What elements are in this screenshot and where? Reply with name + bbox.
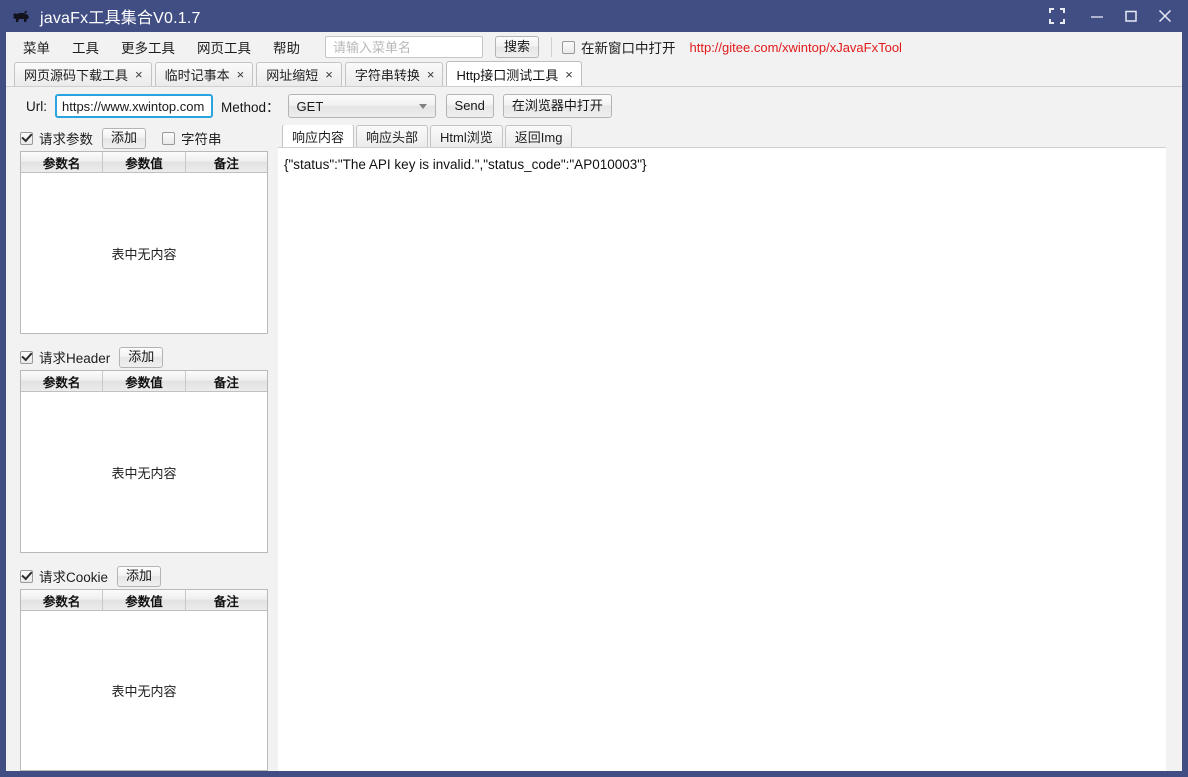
tab-label: 临时记事本	[164, 68, 230, 83]
new-window-checkbox[interactable]	[562, 40, 576, 54]
toolbar-separator	[551, 37, 553, 57]
tab-close-icon[interactable]: ×	[565, 68, 573, 81]
request-cookie-add-button[interactable]: 添加	[117, 565, 162, 587]
table-empty-message: 表中无内容	[21, 173, 267, 333]
pane-spacer	[14, 334, 268, 344]
method-value: GET	[296, 98, 324, 114]
menu-item-web-tools[interactable]: 网页工具	[186, 33, 262, 61]
request-config-pane: 请求参数 添加 字符串 参数名 参数值 备注 表中无内容 请求Header 添加…	[6, 125, 268, 771]
menu-search-input[interactable]	[325, 36, 483, 58]
send-button[interactable]: Send	[445, 94, 494, 118]
table-empty-message: 表中无内容	[21, 611, 267, 770]
request-cookie-checkbox[interactable]	[20, 569, 33, 583]
tab-label: 网页源码下载工具	[24, 68, 129, 83]
close-icon[interactable]	[1148, 0, 1182, 32]
request-cookie-label: 请求Cookie	[39, 570, 109, 585]
request-header-header: 请求Header 添加	[14, 344, 268, 370]
tab-webpage-source-downloader[interactable]: 网页源码下载工具 ×	[14, 62, 152, 86]
request-url-row: Url: Method： GET Send 在浏览器中打开	[6, 87, 1182, 125]
new-window-label: 在新窗口中打开	[581, 41, 676, 56]
tab-close-icon[interactable]: ×	[135, 68, 143, 81]
tab-return-img[interactable]: 返回Img	[504, 125, 573, 147]
url-input[interactable]	[55, 94, 213, 118]
request-params-checkbox[interactable]	[20, 131, 33, 145]
window-title: javaFx工具集合V0.1.7	[40, 10, 201, 27]
application-window: javaFx工具集合V0.1.7 菜单 工具 更多工具 网页工具 帮助 请输入菜…	[0, 0, 1188, 777]
column-header-param-name[interactable]: 参数名	[21, 152, 104, 173]
params-string-checkbox[interactable]	[162, 131, 176, 145]
request-header-label: 请求Header	[39, 351, 111, 366]
column-header-remark[interactable]: 备注	[185, 590, 267, 611]
method-label: Method：	[221, 100, 280, 115]
maximize-icon[interactable]	[1114, 0, 1148, 32]
request-params-table: 参数名 参数值 备注 表中无内容	[20, 151, 268, 334]
response-tab-bar: 响应内容 响应头部 Html浏览 返回Img	[278, 125, 1166, 148]
column-header-param-name[interactable]: 参数名	[21, 590, 104, 611]
column-header-param-name[interactable]: 参数名	[21, 371, 104, 392]
table-empty-message: 表中无内容	[21, 392, 267, 552]
pane-spacer	[14, 553, 268, 563]
table-header-row: 参数名 参数值 备注	[21, 371, 267, 392]
content-split: 请求参数 添加 字符串 参数名 参数值 备注 表中无内容 请求Header 添加…	[6, 125, 1182, 771]
open-in-browser-button[interactable]: 在浏览器中打开	[502, 94, 612, 118]
tab-close-icon[interactable]: ×	[427, 68, 435, 81]
client-area: 菜单 工具 更多工具 网页工具 帮助 搜索 在新窗口中打开 http://git…	[6, 32, 1182, 771]
main-tab-bar: 网页源码下载工具 × 临时记事本 × 网址缩短 × 字符串转换 × Http接口…	[6, 61, 1182, 87]
tab-url-shortener[interactable]: 网址缩短 ×	[256, 62, 342, 86]
response-content-text[interactable]: {"status":"The API key is invalid.","sta…	[278, 148, 1166, 771]
gitee-link[interactable]: http://gitee.com/xwintop/xJavaFxTool	[690, 40, 902, 55]
request-header-checkbox[interactable]	[20, 350, 33, 364]
request-params-header: 请求参数 添加 字符串	[14, 125, 268, 151]
response-box: 响应内容 响应头部 Html浏览 返回Img {"status":"The AP…	[278, 125, 1166, 771]
tab-close-icon[interactable]: ×	[237, 68, 245, 81]
menu-item-help[interactable]: 帮助	[262, 33, 311, 61]
column-header-param-value[interactable]: 参数值	[103, 371, 186, 392]
column-header-param-value[interactable]: 参数值	[103, 152, 186, 173]
tab-temp-notepad[interactable]: 临时记事本 ×	[154, 62, 254, 86]
table-header-row: 参数名 参数值 备注	[21, 590, 267, 611]
column-header-remark[interactable]: 备注	[185, 152, 267, 173]
tab-response-body[interactable]: 响应内容	[282, 125, 355, 147]
menu-search-button[interactable]: 搜索	[495, 36, 540, 58]
tab-close-icon[interactable]: ×	[325, 68, 333, 81]
request-header-table: 参数名 参数值 备注 表中无内容	[20, 370, 268, 553]
tab-http-api-tester[interactable]: Http接口测试工具 ×	[446, 61, 582, 86]
request-cookie-header: 请求Cookie 添加	[14, 563, 268, 589]
params-string-label: 字符串	[181, 132, 222, 147]
method-select[interactable]: GET	[287, 94, 436, 118]
request-params-label: 请求参数	[39, 132, 93, 147]
table-header-row: 参数名 参数值 备注	[21, 152, 267, 173]
tab-label: 网址缩短	[266, 68, 319, 83]
title-bar: javaFx工具集合V0.1.7	[0, 0, 1188, 32]
tab-html-preview[interactable]: Html浏览	[430, 125, 503, 147]
menu-item-more-tools[interactable]: 更多工具	[110, 33, 186, 61]
tab-string-converter[interactable]: 字符串转换 ×	[344, 62, 444, 86]
request-cookie-table: 参数名 参数值 备注 表中无内容	[20, 589, 268, 771]
menu-item-menu[interactable]: 菜单	[12, 33, 61, 61]
window-controls	[1034, 0, 1182, 32]
request-params-add-button[interactable]: 添加	[102, 127, 147, 149]
menu-bar: 菜单 工具 更多工具 网页工具 帮助 搜索 在新窗口中打开 http://git…	[6, 32, 1182, 62]
url-label: Url:	[26, 98, 47, 114]
column-header-param-value[interactable]: 参数值	[103, 590, 186, 611]
menu-item-tools[interactable]: 工具	[61, 33, 110, 61]
tab-response-headers[interactable]: 响应头部	[356, 125, 429, 147]
column-header-remark[interactable]: 备注	[185, 371, 267, 392]
request-header-add-button[interactable]: 添加	[119, 346, 164, 368]
tab-label: Http接口测试工具	[456, 67, 559, 83]
fullscreen-icon[interactable]	[1034, 0, 1080, 32]
response-pane: 响应内容 响应头部 Html浏览 返回Img {"status":"The AP…	[268, 125, 1182, 771]
tab-label: 字符串转换	[354, 68, 420, 83]
minimize-icon[interactable]	[1080, 0, 1114, 32]
chevron-down-icon	[418, 104, 427, 109]
app-logo-icon	[10, 7, 32, 25]
